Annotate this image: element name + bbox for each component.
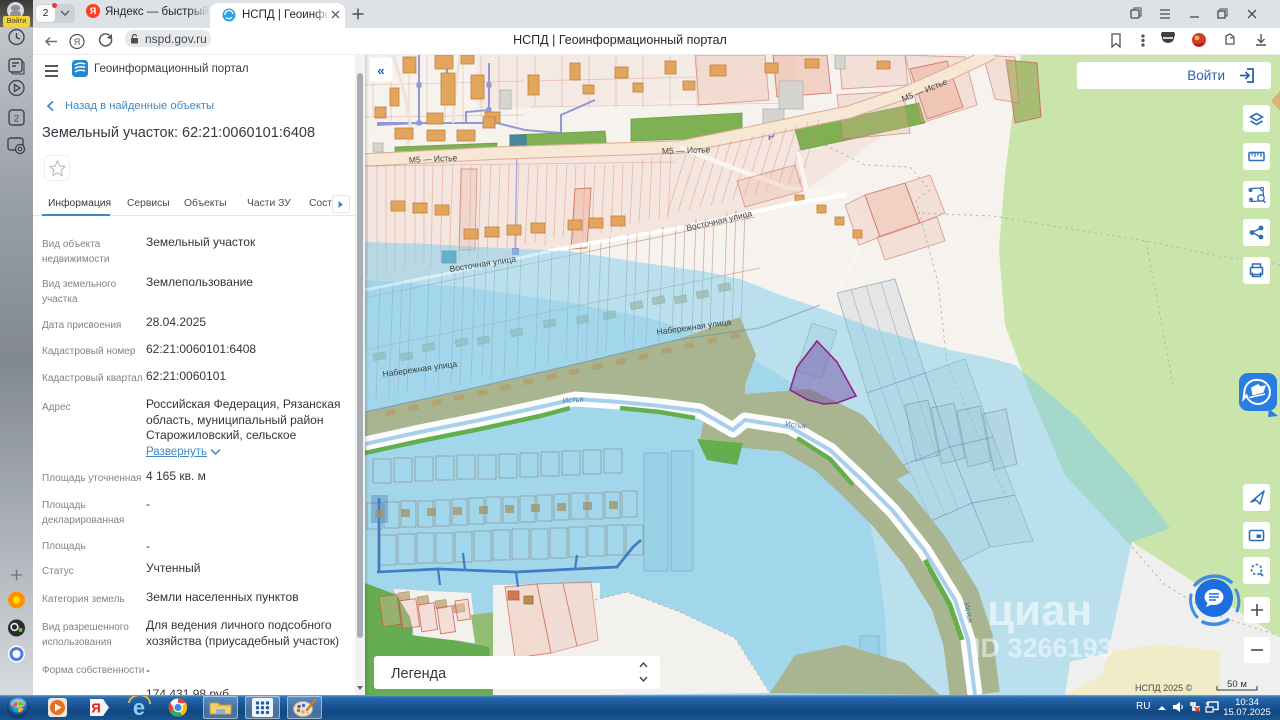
svg-text:2: 2 <box>14 114 19 124</box>
svg-text:циан: циан <box>987 586 1092 635</box>
svg-text:e: e <box>133 696 145 719</box>
svg-text:ID 3266193: ID 3266193 <box>973 633 1113 663</box>
svg-text:Войти: Войти <box>1187 68 1225 83</box>
svg-text:НСПД 2025 ©: НСПД 2025 © <box>1135 683 1193 693</box>
svg-text:Я: Я <box>74 37 81 47</box>
svg-text:Я: Я <box>91 701 100 716</box>
svg-text:«: « <box>377 63 384 78</box>
svg-text:50 м: 50 м <box>1227 679 1247 690</box>
svg-text:Легенда: Легенда <box>391 666 447 682</box>
svg-text:М5 — Истье: М5 — Истье <box>662 144 711 156</box>
svg-text:Истья: Истья <box>563 395 584 405</box>
